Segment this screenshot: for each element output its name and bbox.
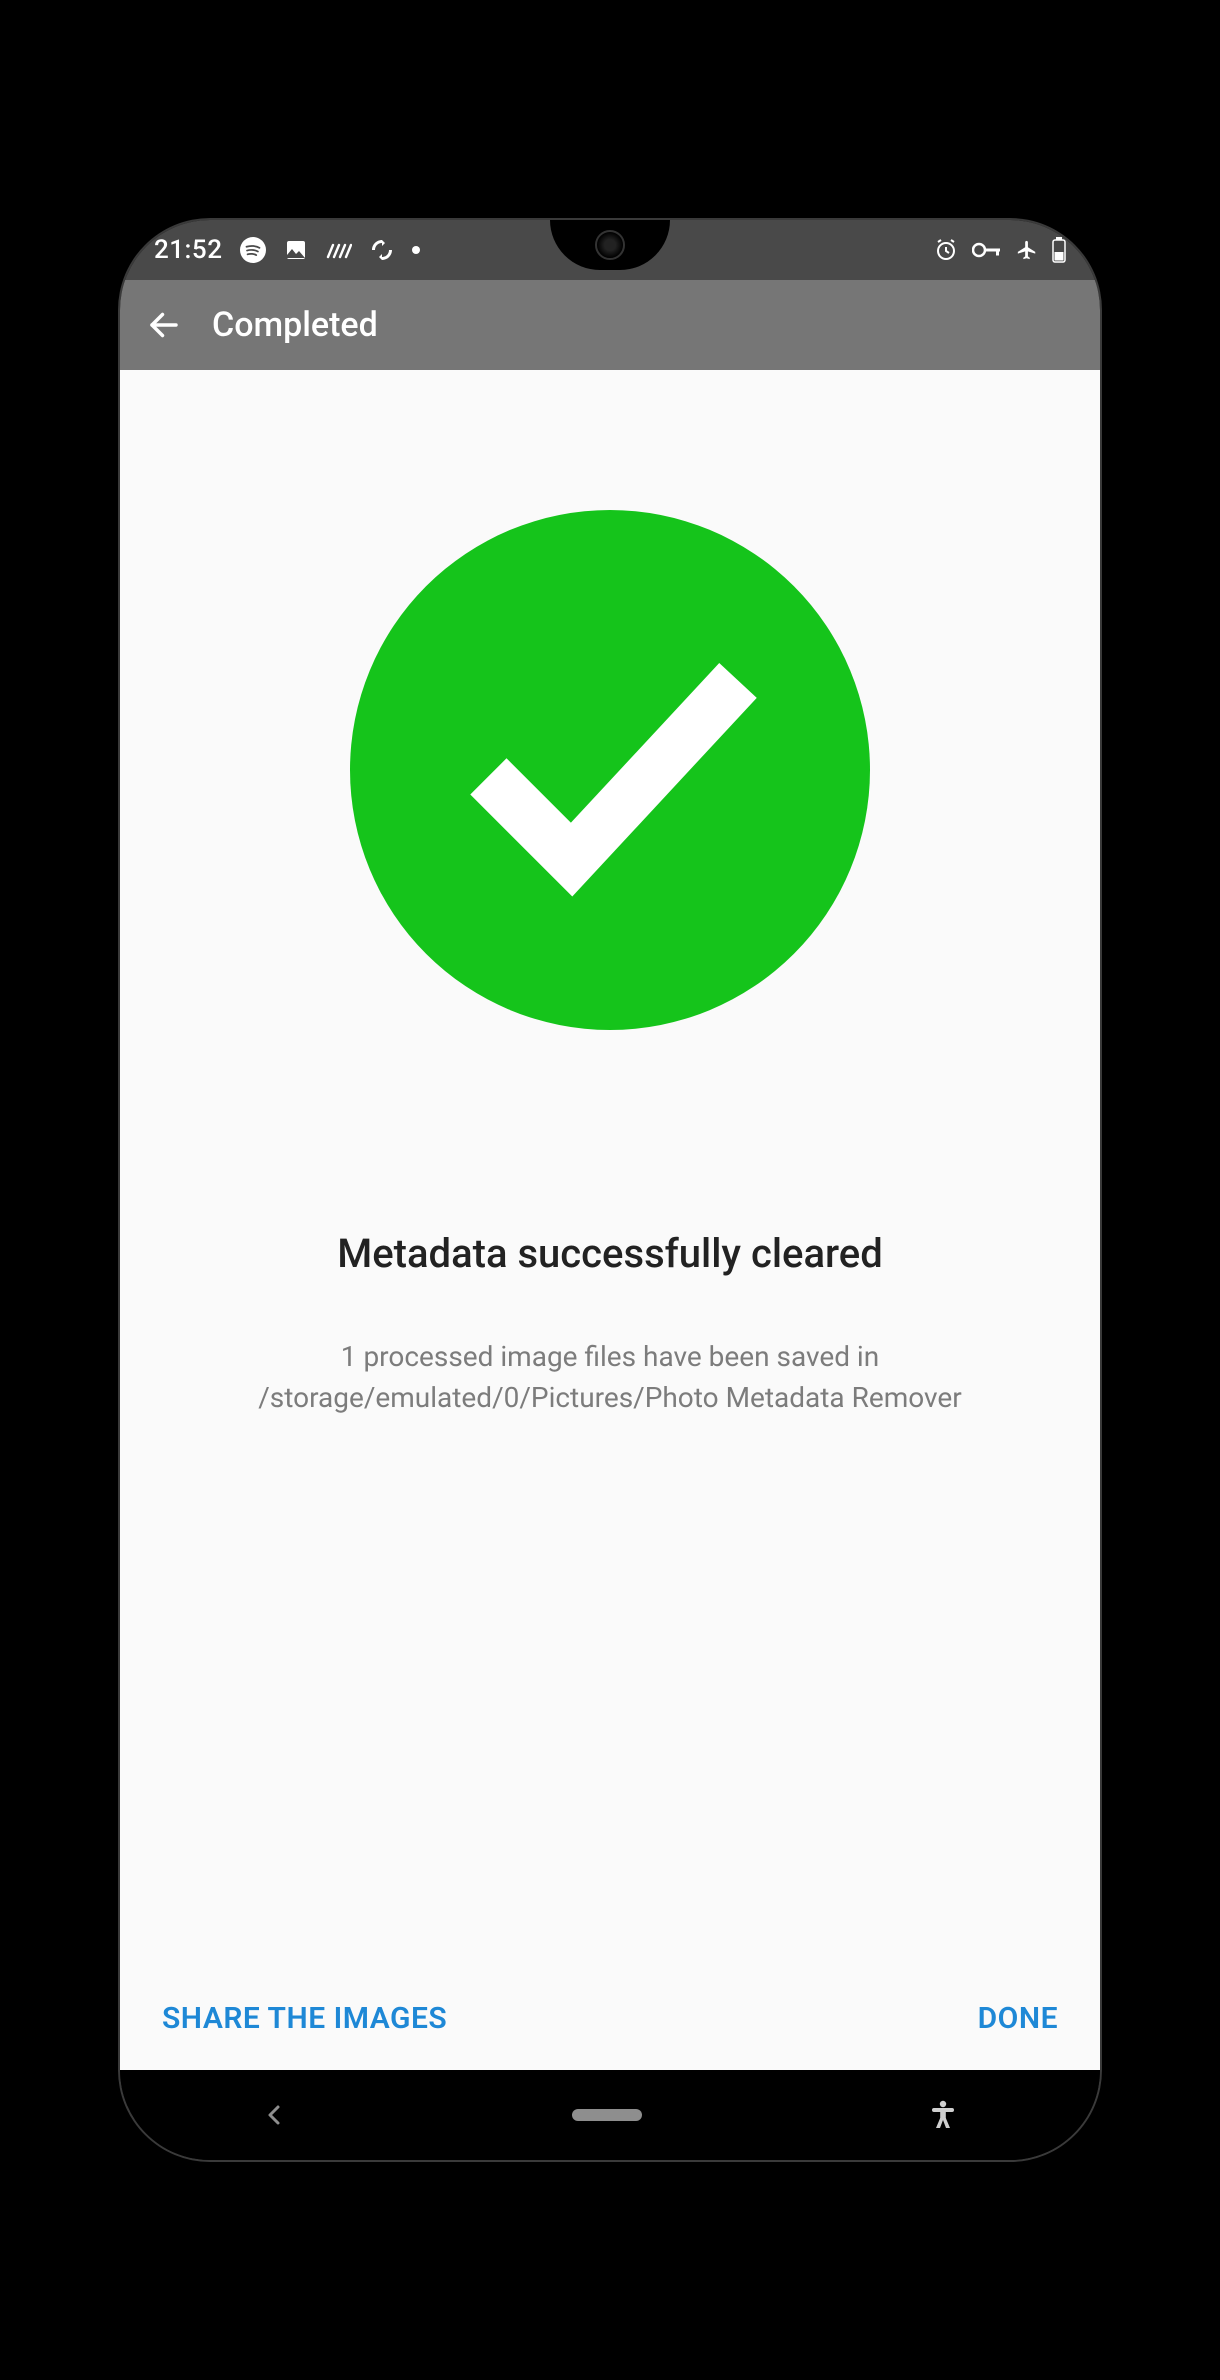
button-row: SHARE THE IMAGES DONE (132, 1971, 1088, 2070)
success-check-icon (350, 510, 870, 1030)
notification-dot-icon (412, 246, 420, 254)
nav-back-button[interactable] (264, 2101, 284, 2129)
nav-home-button[interactable] (572, 2109, 642, 2121)
back-button[interactable] (144, 305, 184, 345)
done-button[interactable]: DONE (978, 2001, 1058, 2036)
vpn-key-icon (972, 241, 1002, 259)
sub-text: 1 processed image files have been saved … (162, 1337, 1058, 1418)
system-nav-bar (120, 2070, 1100, 2160)
share-button[interactable]: SHARE THE IMAGES (162, 2001, 447, 2036)
gallery-icon (284, 238, 308, 262)
alarm-icon (934, 238, 958, 262)
airplane-icon (1016, 239, 1038, 261)
waves-icon (326, 239, 352, 261)
page-title: Completed (212, 305, 378, 345)
spotify-icon (240, 237, 266, 263)
sync-icon (370, 238, 394, 262)
status-clock: 21:52 (154, 235, 222, 265)
app-bar: Completed (120, 280, 1100, 370)
arrow-left-icon (146, 307, 182, 343)
battery-icon (1052, 237, 1066, 263)
headline-text: Metadata successfully cleared (337, 1230, 883, 1277)
camera-lens (595, 230, 625, 260)
phone-frame: 21:52 (120, 220, 1100, 2160)
content-area: Metadata successfully cleared 1 processe… (120, 370, 1100, 2070)
nav-accessibility-button[interactable] (930, 2100, 956, 2130)
